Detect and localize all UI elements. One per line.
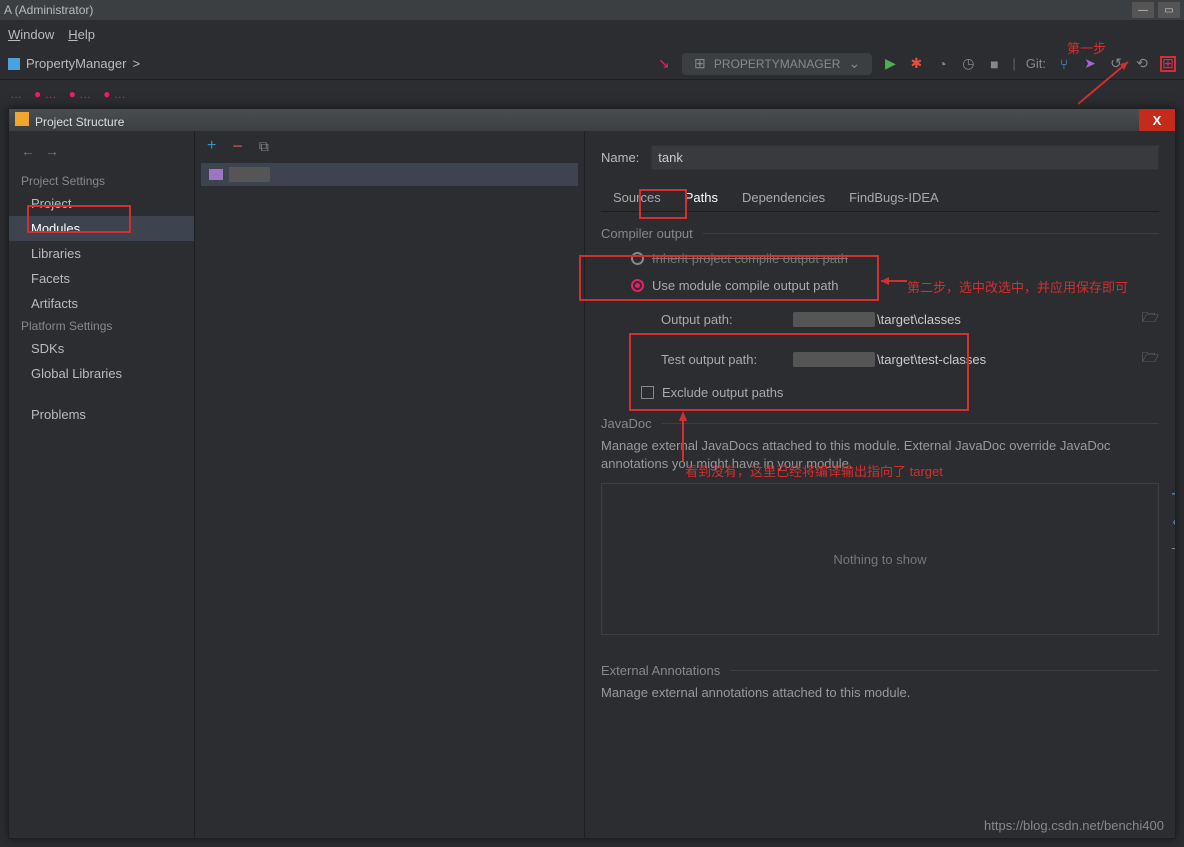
remove-icon[interactable]: − xyxy=(1171,541,1175,556)
add-icon[interactable]: + xyxy=(1171,484,1175,505)
sidebar-item-libraries[interactable]: Libraries xyxy=(9,241,194,266)
module-name-blurred: xx xyxy=(229,167,270,182)
back-icon[interactable]: ← xyxy=(21,143,35,159)
javadoc-desc: Manage external JavaDocs attached to thi… xyxy=(601,437,1159,473)
editor-tabs: … ● … ● … ● … xyxy=(0,80,1184,108)
name-label: Name: xyxy=(601,150,639,165)
module-entry[interactable]: xx xyxy=(201,163,578,186)
module-details: Name: tank Sources Paths Dependencies Fi… xyxy=(585,131,1175,838)
project-structure-icon[interactable]: ⊞ xyxy=(1160,56,1176,72)
module-folder-icon xyxy=(209,169,223,180)
project-structure-dialog: Project Structure X ← → Project Settings… xyxy=(8,108,1176,839)
radio-use-module[interactable]: Use module compile output path xyxy=(601,272,1159,299)
run-config-selector[interactable]: ⊞ PROPERTYMANAGER ⌄ xyxy=(682,53,872,75)
sidebar-section: Platform Settings xyxy=(9,316,194,336)
sidebar-item-project[interactable]: Project xyxy=(9,191,194,216)
tab-dependencies[interactable]: Dependencies xyxy=(730,184,837,211)
breadcrumb-sep: > xyxy=(132,56,140,71)
radio-inherit[interactable]: Inherit project compile output path xyxy=(601,245,1159,272)
stop-icon[interactable]: ■ xyxy=(986,56,1002,72)
exclude-label: Exclude output paths xyxy=(662,385,783,400)
add-module-icon[interactable]: + xyxy=(207,137,216,155)
dialog-icon xyxy=(15,112,29,126)
javadoc-list: Nothing to show + ⚭ − xyxy=(601,483,1159,635)
editor-tab[interactable]: ● … xyxy=(69,87,92,101)
output-path-input[interactable]: xxxxxxxxxxxx\target\classes xyxy=(793,312,1130,327)
history-icon[interactable]: ↺ xyxy=(1108,56,1124,72)
coverage-icon[interactable]: ◔ xyxy=(934,56,950,72)
sidebar-item-modules[interactable]: Modules xyxy=(9,216,194,241)
revert-icon[interactable]: ⟲ xyxy=(1134,56,1150,72)
breadcrumb-project[interactable]: PropertyManager xyxy=(26,56,126,71)
sidebar-item-problems[interactable]: Problems xyxy=(9,402,194,427)
sidebar-item-sdks[interactable]: SDKs xyxy=(9,336,194,361)
commit-icon[interactable]: ➤ xyxy=(1082,56,1098,72)
dialog-title: Project Structure xyxy=(35,115,124,129)
menu-help[interactable]: Help xyxy=(68,27,95,42)
dialog-titlebar: Project Structure X xyxy=(9,109,1175,131)
module-list: + − ⧉ xx xyxy=(195,131,585,838)
forward-icon[interactable]: → xyxy=(45,143,59,159)
tab-findbugs[interactable]: FindBugs-IDEA xyxy=(837,184,951,211)
sidebar-section: Project Settings xyxy=(9,171,194,191)
copy-module-icon[interactable]: ⧉ xyxy=(259,138,269,155)
radio-icon xyxy=(631,279,644,292)
module-tabs: Sources Paths Dependencies FindBugs-IDEA xyxy=(601,184,1159,212)
remove-module-icon[interactable]: − xyxy=(232,136,243,157)
tab-sources[interactable]: Sources xyxy=(601,184,673,211)
output-path-row: Output path: xxxxxxxxxxxx\target\classes… xyxy=(601,299,1159,339)
radio-use-label: Use module compile output path xyxy=(652,278,838,293)
editor-tab[interactable]: ● … xyxy=(34,87,57,101)
ext-annotations-title: External Annotations xyxy=(601,663,1159,678)
name-input[interactable]: tank xyxy=(651,145,1159,170)
compiler-output-title: Compiler output xyxy=(601,226,1159,241)
output-path-label: Output path: xyxy=(661,312,781,327)
exclude-output-checkbox[interactable]: Exclude output paths xyxy=(601,379,1159,406)
chevron-down-icon: ⌄ xyxy=(846,56,862,72)
radio-icon xyxy=(631,252,644,265)
tab-paths[interactable]: Paths xyxy=(673,184,730,211)
watermark: https://blog.csdn.net/benchi400 xyxy=(984,818,1164,833)
test-output-path-row: Test output path: xxxxxxxxxxxx\target\te… xyxy=(601,339,1159,379)
test-output-path-input[interactable]: xxxxxxxxxxxx\target\test-classes xyxy=(793,352,1130,367)
javadoc-empty: Nothing to show xyxy=(833,552,926,567)
os-title: A (Administrator) xyxy=(4,3,93,17)
os-titlebar: A (Administrator) — ▭ xyxy=(0,0,1184,20)
close-button[interactable]: X xyxy=(1139,109,1175,131)
browse-icon[interactable]: 🗁 xyxy=(1142,347,1159,371)
branch-icon[interactable]: ⑂ xyxy=(1056,56,1072,72)
profile-icon[interactable]: ◷ xyxy=(960,56,976,72)
browse-icon[interactable]: 🗁 xyxy=(1142,307,1159,331)
editor-tab[interactable]: ● … xyxy=(103,87,126,101)
git-label: Git: xyxy=(1026,56,1046,71)
minimize-button[interactable]: — xyxy=(1132,2,1154,18)
sidebar-item-artifacts[interactable]: Artifacts xyxy=(9,291,194,316)
settings-sidebar: ← → Project Settings Project Modules Lib… xyxy=(9,131,195,838)
menubar: Window Help xyxy=(0,20,1184,48)
run-config-label: PROPERTYMANAGER xyxy=(714,57,840,71)
menu-window[interactable]: Window xyxy=(8,27,54,42)
link-icon[interactable]: ⚭ xyxy=(1171,515,1175,531)
maximize-button[interactable]: ▭ xyxy=(1158,2,1180,18)
project-icon xyxy=(8,58,20,70)
test-output-path-label: Test output path: xyxy=(661,352,781,367)
run-config-icon: ⊞ xyxy=(692,56,708,72)
breadcrumb-toolbar: PropertyManager > ↘ ⊞ PROPERTYMANAGER ⌄ … xyxy=(0,48,1184,80)
ext-annotations-desc: Manage external annotations attached to … xyxy=(601,684,1159,702)
sidebar-item-global-libraries[interactable]: Global Libraries xyxy=(9,361,194,386)
debug-icon[interactable]: ✱ xyxy=(908,56,924,72)
sidebar-item-facets[interactable]: Facets xyxy=(9,266,194,291)
editor-tab[interactable]: … xyxy=(10,87,22,101)
radio-inherit-label: Inherit project compile output path xyxy=(652,251,848,266)
hammer-icon[interactable]: ↘ xyxy=(656,56,672,72)
javadoc-title: JavaDoc xyxy=(601,416,1159,431)
checkbox-icon xyxy=(641,386,654,399)
run-icon[interactable]: ▶ xyxy=(882,56,898,72)
